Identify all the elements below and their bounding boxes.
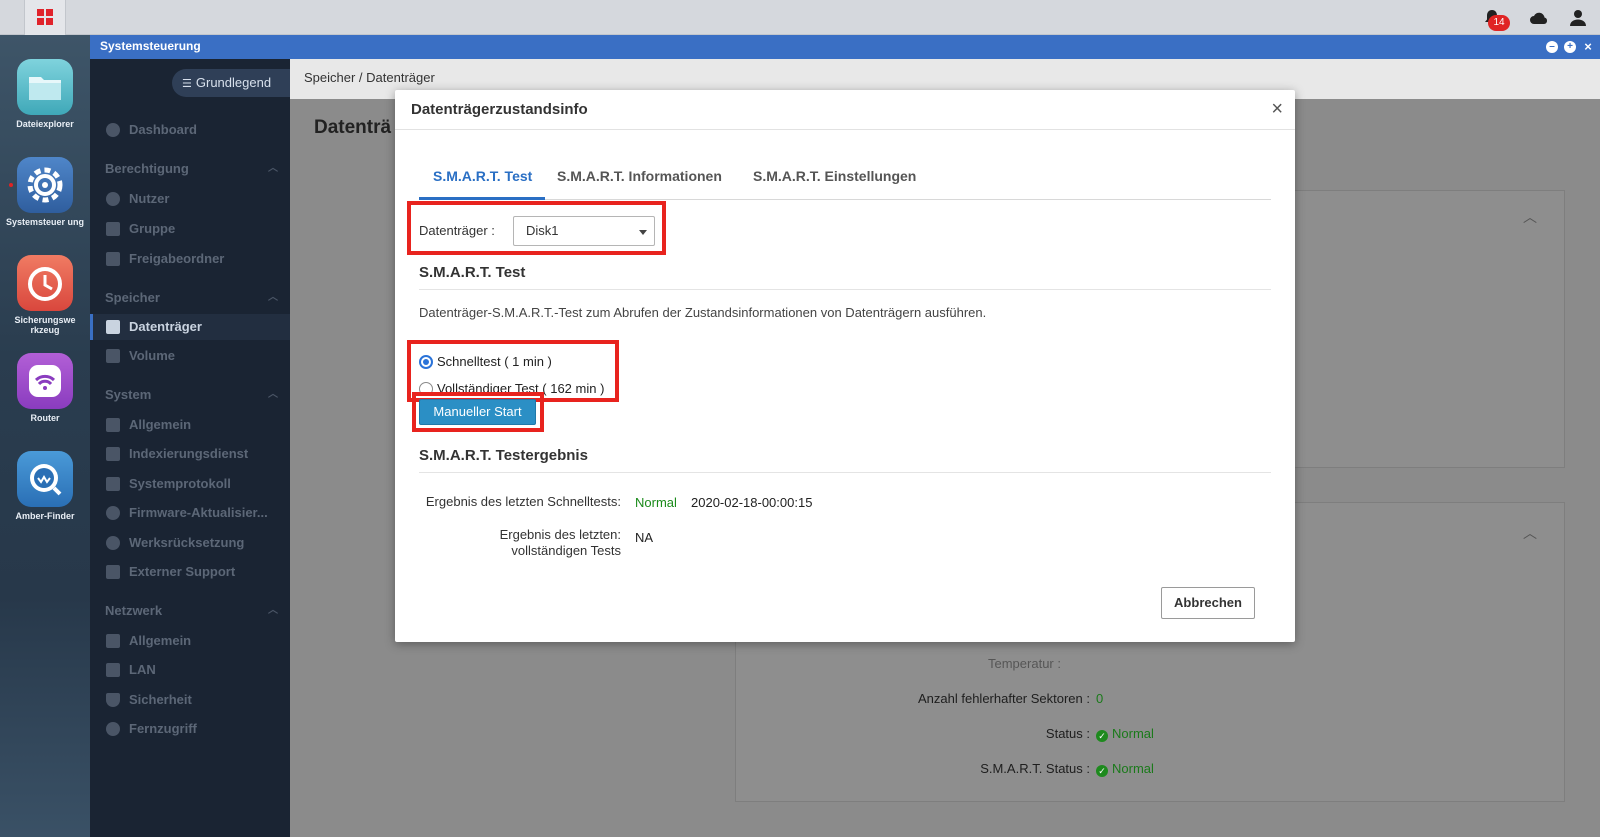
manual-start-button[interactable]: Manueller Start — [419, 399, 536, 425]
sidebar-group-speicher[interactable]: Speicher ︿ — [90, 285, 290, 311]
sidebar-item-indexierungsdienst[interactable]: Indexierungsdienst — [90, 441, 290, 467]
sidebar-item-netzwerk-allgemein[interactable]: Allgemein — [90, 628, 290, 654]
disk-select[interactable]: Disk1 — [513, 216, 655, 246]
active-tab-indicator — [419, 197, 545, 200]
breadcrumb: Speicher / Datenträger — [304, 70, 435, 85]
sidebar-item-gruppe[interactable]: Gruppe — [90, 216, 290, 242]
log-icon — [106, 477, 120, 491]
user-icon — [106, 192, 120, 206]
general-icon — [106, 418, 120, 432]
status-value: ✓ Normal — [1096, 726, 1154, 742]
tab-smart-einstellungen[interactable]: S.M.A.R.T. Einstellungen — [753, 168, 916, 184]
last-quick-test-label: Ergebnis des letzten Schnelltests: — [425, 494, 621, 509]
sidebar-item-sicherheit[interactable]: Sicherheit — [90, 687, 290, 713]
index-icon — [106, 447, 120, 461]
smart-status-value: ✓ Normal — [1096, 761, 1154, 777]
sidebar-group-system[interactable]: System ︿ — [90, 382, 290, 408]
dock-item-sicherungswerkzeug[interactable]: Sicherungswe rkzeug — [0, 255, 90, 335]
chevron-up-icon: ︿ — [268, 389, 278, 400]
dashboard-icon — [106, 123, 120, 137]
sidebar-item-werksruecksetzung[interactable]: Werksrücksetzung — [90, 530, 290, 556]
last-full-test-label: Ergebnis des letzten: vollständigen Test… — [499, 527, 621, 558]
sidebar-item-fernzugriff[interactable]: Fernzugriff — [90, 716, 290, 742]
minimize-icon[interactable]: – — [1546, 41, 1558, 53]
disk-icon — [106, 320, 120, 334]
dialog-title: Datenträgerzustandsinfo — [411, 101, 588, 118]
dock-item-amber-finder[interactable]: Amber-Finder — [0, 451, 90, 521]
list-icon: ☰ — [182, 78, 192, 90]
test-result-heading: S.M.A.R.T. Testergebnis — [419, 447, 588, 464]
page-title: Datenträ — [314, 117, 392, 138]
cancel-button[interactable]: Abbrechen — [1161, 587, 1255, 619]
smart-test-heading: S.M.A.R.T. Test — [419, 264, 526, 281]
sidebar-item-systemprotokoll[interactable]: Systemprotokoll — [90, 471, 290, 497]
volume-icon — [106, 349, 120, 363]
dock-item-systemsteuerung[interactable]: Systemsteuer ung — [0, 157, 90, 227]
cloud-icon[interactable] — [1528, 8, 1550, 28]
notification-badge: 14 — [1488, 15, 1510, 31]
sidebar-item-nutzer[interactable]: Nutzer — [90, 186, 290, 212]
chevron-up-icon[interactable]: ︿ — [1523, 523, 1537, 543]
caret-down-icon — [639, 230, 647, 235]
gear-icon — [17, 157, 73, 213]
last-quick-test-time: 2020-02-18-00:00:15 — [691, 495, 813, 510]
sidebar-item-volume[interactable]: Volume — [90, 343, 290, 369]
disk-label: Datenträger : — [419, 223, 495, 238]
dock: Dateiexplorer Systemsteuer ung Sicherung… — [0, 35, 90, 837]
radio-schnelltest[interactable]: Schnelltest ( 1 min ) — [419, 354, 552, 369]
shield-icon — [106, 693, 120, 707]
temperature-label: Temperatur : — [988, 656, 1061, 671]
top-bar: 14 — [0, 0, 1600, 35]
maximize-icon[interactable]: + — [1564, 41, 1576, 53]
tab-smart-informationen[interactable]: S.M.A.R.T. Informationen — [557, 168, 722, 184]
sidebar-item-lan[interactable]: LAN — [90, 657, 290, 683]
group-icon — [106, 222, 120, 236]
firmware-icon — [106, 506, 120, 520]
dock-item-router[interactable]: Router — [0, 353, 90, 423]
remote-access-icon — [106, 722, 120, 736]
reset-icon — [106, 536, 120, 550]
support-icon — [106, 565, 120, 579]
tab-smart-test[interactable]: S.M.A.R.T. Test — [433, 168, 532, 184]
folder-icon — [17, 59, 73, 115]
last-quick-test-status: Normal — [635, 495, 677, 510]
chevron-up-icon: ︿ — [268, 605, 278, 616]
lan-icon — [106, 663, 120, 677]
sidebar-item-dashboard[interactable]: Dashboard — [90, 117, 290, 143]
sidebar-group-berechtigung[interactable]: Berechtigung ︿ — [90, 156, 290, 182]
chevron-up-icon[interactable]: ︿ — [1523, 207, 1537, 227]
dock-item-dateiexplorer[interactable]: Dateiexplorer — [0, 59, 90, 129]
smart-tabs: S.M.A.R.T. Test S.M.A.R.T. Informationen… — [419, 154, 1271, 200]
test-description: Datenträger-S.M.A.R.T.-Test zum Abrufen … — [419, 305, 987, 320]
sidebar-item-datentraeger[interactable]: Datenträger — [90, 314, 290, 340]
shared-folder-icon — [106, 252, 120, 266]
mode-toggle-button[interactable]: ☰ Grundlegend — [172, 69, 290, 97]
close-window-icon[interactable]: × — [1582, 40, 1594, 53]
chevron-up-icon: ︿ — [268, 163, 278, 174]
sidebar-group-netzwerk[interactable]: Netzwerk ︿ — [90, 598, 290, 624]
sidebar-item-freigabeordner[interactable]: Freigabeordner — [90, 246, 290, 272]
wifi-icon — [17, 353, 73, 409]
disk-health-dialog: Datenträgerzustandsinfo × S.M.A.R.T. Tes… — [395, 90, 1295, 642]
close-icon[interactable]: × — [1271, 98, 1283, 121]
radio-selected-icon — [419, 355, 433, 369]
check-circle-icon: ✓ — [1096, 730, 1108, 742]
sidebar-item-allgemein[interactable]: Allgemein — [90, 412, 290, 438]
window-title: Systemsteuerung — [100, 39, 201, 53]
sidebar: ☰ Grundlegend Dashboard Berechtigung ︿ Nut… — [90, 59, 290, 837]
network-icon — [106, 634, 120, 648]
chevron-up-icon: ︿ — [268, 292, 278, 303]
sidebar-item-externer-support[interactable]: Externer Support — [90, 559, 290, 585]
last-full-test-value: NA — [635, 530, 654, 545]
check-circle-icon: ✓ — [1096, 765, 1108, 777]
bad-sectors-value: 0 — [1096, 691, 1104, 706]
dialog-header: Datenträgerzustandsinfo × — [395, 90, 1295, 130]
finder-icon — [17, 451, 73, 507]
clock-backup-icon — [17, 255, 73, 311]
sidebar-item-firmware[interactable]: Firmware-Aktualisier... — [90, 500, 290, 526]
app-launcher-icon[interactable] — [24, 0, 66, 35]
user-icon[interactable] — [1568, 8, 1588, 28]
window-titlebar: Systemsteuerung – + × — [90, 35, 1600, 59]
